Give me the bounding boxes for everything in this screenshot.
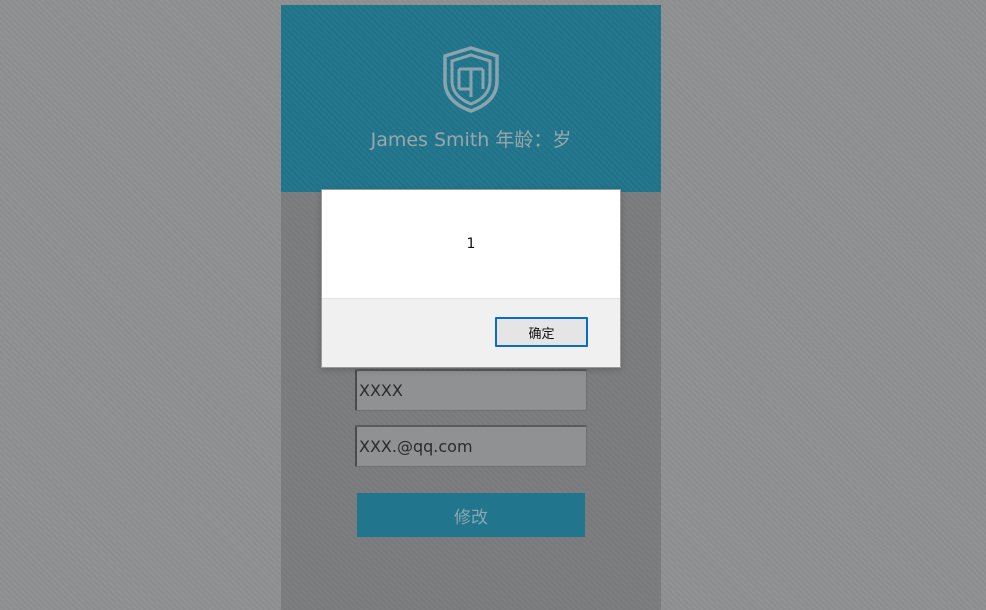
submit-button[interactable]: 修改 — [357, 493, 585, 537]
dialog-message: 1 — [466, 236, 476, 252]
shield-icon — [441, 45, 501, 113]
alert-dialog: 1 确定 — [321, 189, 621, 368]
dialog-footer: 确定 — [322, 298, 620, 367]
email-input[interactable] — [355, 425, 587, 467]
profile-header: James Smith 年龄：岁 — [281, 5, 661, 192]
name-input[interactable] — [355, 369, 587, 411]
ok-button[interactable]: 确定 — [495, 317, 588, 347]
user-name-title: James Smith 年龄：岁 — [370, 129, 572, 151]
